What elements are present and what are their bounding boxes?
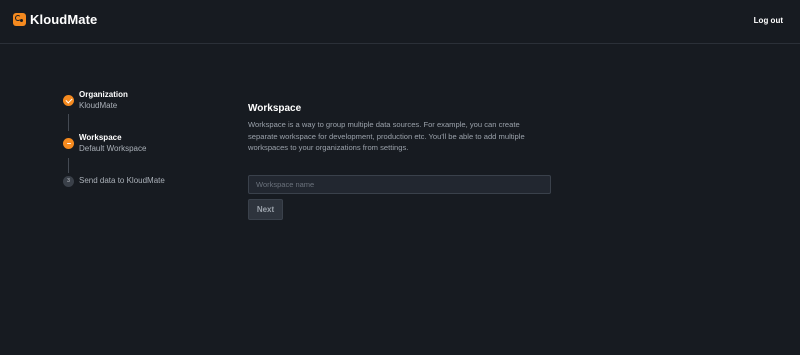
step-number: 3	[67, 178, 70, 184]
step-title: Organization	[79, 90, 128, 99]
next-button[interactable]: Next	[248, 199, 283, 220]
brand-name: KloudMate	[30, 11, 98, 27]
workspace-form: Workspace Workspace is a way to group mu…	[248, 102, 553, 220]
brand-logo[interactable]: KloudMate	[13, 11, 97, 27]
form-description: Workspace is a way to group multiple dat…	[248, 120, 525, 152]
step-number-badge: 3	[63, 176, 74, 187]
check-icon	[63, 95, 74, 106]
workspace-name-input[interactable]	[248, 175, 551, 194]
step-connector	[68, 158, 69, 173]
kloudmate-logo-icon	[13, 12, 26, 26]
step-subtitle: KloudMate	[79, 101, 118, 110]
step-subtitle: Default Workspace	[79, 144, 147, 153]
form-title: Workspace	[248, 103, 302, 114]
step-connector	[68, 114, 69, 131]
step-title: Workspace	[79, 133, 122, 142]
top-navbar: KloudMate Log out	[0, 0, 800, 44]
current-step-icon	[63, 138, 74, 149]
logout-button[interactable]: Log out	[754, 16, 783, 25]
step-title: Send data to KloudMate	[79, 176, 165, 185]
